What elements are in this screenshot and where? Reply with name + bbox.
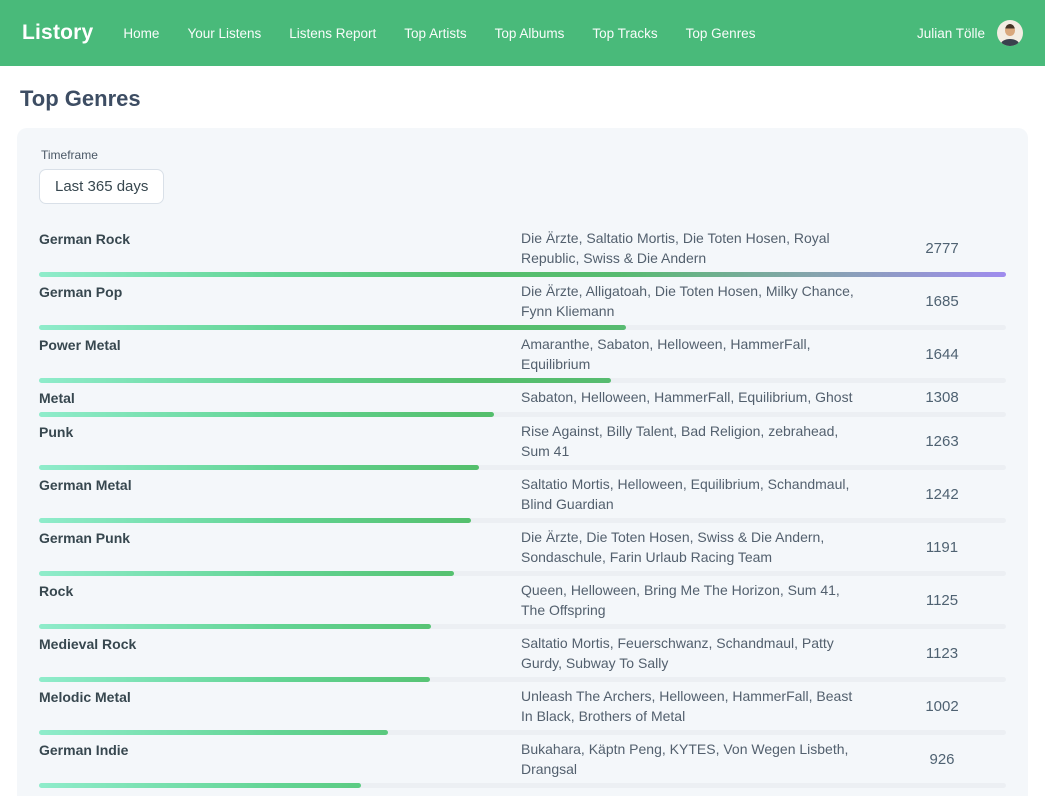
genre-name: Medieval Rock	[39, 633, 509, 673]
nav-item-top-tracks[interactable]: Top Tracks	[592, 26, 657, 41]
genre-bar-track	[39, 783, 1006, 788]
genre-row: Melodic Metal Unleash The Archers, Hellow…	[39, 682, 1006, 735]
genre-name: Rock	[39, 580, 509, 620]
genre-count: 1125	[878, 592, 1006, 609]
genre-count: 1644	[878, 346, 1006, 363]
genre-count: 1242	[878, 486, 1006, 503]
genre-name: Melodic Metal	[39, 686, 509, 726]
user-menu[interactable]: Julian Tölle	[917, 20, 1023, 46]
genre-count: 1191	[878, 539, 1006, 556]
genre-name: German Metal	[39, 474, 509, 514]
nav-item-top-artists[interactable]: Top Artists	[404, 26, 466, 41]
genre-artists: Queen, Helloween, Bring Me The Horizon, …	[521, 580, 866, 620]
nav-item-your-listens[interactable]: Your Listens	[187, 26, 261, 41]
page-title: Top Genres	[20, 86, 1025, 112]
genre-count: 926	[878, 751, 1006, 768]
genre-row: Power Metal Amaranthe, Sabaton, Helloween…	[39, 330, 1006, 383]
genre-bar-fill	[39, 783, 361, 788]
genre-name: Metal	[39, 387, 509, 408]
genre-table: German Rock Die Ärzte, Saltatio Mortis, D…	[39, 224, 1006, 788]
genre-row: Rock Queen, Helloween, Bring Me The Horiz…	[39, 576, 1006, 629]
genre-artists: Amaranthe, Sabaton, Helloween, HammerFal…	[521, 334, 866, 374]
genre-name: Punk	[39, 421, 509, 461]
genre-count: 2777	[878, 240, 1006, 257]
main-nav: Home Your Listens Listens Report Top Art…	[123, 26, 755, 41]
genre-row: Medieval Rock Saltatio Mortis, Feuerschwa…	[39, 629, 1006, 682]
genre-artists: Bukahara, Käptn Peng, KYTES, Von Wegen L…	[521, 739, 866, 779]
timeframe-value: Last 365 days	[55, 178, 148, 195]
genre-name: German Indie	[39, 739, 509, 779]
genre-artists: Die Ärzte, Alligatoah, Die Toten Hosen, …	[521, 281, 866, 321]
genre-row: German Pop Die Ärzte, Alligatoah, Die Tot…	[39, 277, 1006, 330]
timeframe-select[interactable]: Last 365 days	[39, 169, 164, 204]
genre-row: German Metal Saltatio Mortis, Helloween, …	[39, 470, 1006, 523]
nav-item-home[interactable]: Home	[123, 26, 159, 41]
nav-item-top-albums[interactable]: Top Albums	[495, 26, 565, 41]
genre-count: 1263	[878, 433, 1006, 450]
genre-artists: Die Ärzte, Die Toten Hosen, Swiss & Die …	[521, 527, 866, 567]
genre-artists: Sabaton, Helloween, HammerFall, Equilibr…	[521, 387, 866, 408]
genre-row: German Indie Bukahara, Käptn Peng, KYTES,…	[39, 735, 1006, 788]
genre-row: Metal Sabaton, Helloween, HammerFall, Equ…	[39, 383, 1006, 417]
nav-item-top-genres[interactable]: Top Genres	[686, 26, 756, 41]
genre-count: 1002	[878, 698, 1006, 715]
user-name: Julian Tölle	[917, 26, 985, 41]
genre-artists: Saltatio Mortis, Feuerschwanz, Schandmau…	[521, 633, 866, 673]
genre-artists: Saltatio Mortis, Helloween, Equilibrium,…	[521, 474, 866, 514]
genre-artists: Rise Against, Billy Talent, Bad Religion…	[521, 421, 866, 461]
genre-count: 1123	[878, 645, 1006, 662]
user-avatar[interactable]	[997, 20, 1023, 46]
timeframe-label: Timeframe	[41, 148, 1006, 162]
genre-artists: Die Ärzte, Saltatio Mortis, Die Toten Ho…	[521, 228, 866, 268]
genre-row: German Punk Die Ärzte, Die Toten Hosen, S…	[39, 523, 1006, 576]
genre-artists: Unleash The Archers, Helloween, HammerFa…	[521, 686, 866, 726]
genre-count: 1685	[878, 293, 1006, 310]
genre-row: Punk Rise Against, Billy Talent, Bad Reli…	[39, 417, 1006, 470]
genre-name: German Punk	[39, 527, 509, 567]
genre-name: Power Metal	[39, 334, 509, 374]
genre-name: German Rock	[39, 228, 509, 268]
app-header: Listory Home Your Listens Listens Report…	[0, 0, 1045, 66]
nav-item-listens-report[interactable]: Listens Report	[289, 26, 376, 41]
genre-row: German Rock Die Ärzte, Saltatio Mortis, D…	[39, 224, 1006, 277]
brand-logo[interactable]: Listory	[22, 21, 93, 45]
genre-name: German Pop	[39, 281, 509, 321]
genre-count: 1308	[878, 389, 1006, 406]
top-genres-card: Timeframe Last 365 days German Rock Die Ä…	[17, 128, 1028, 796]
